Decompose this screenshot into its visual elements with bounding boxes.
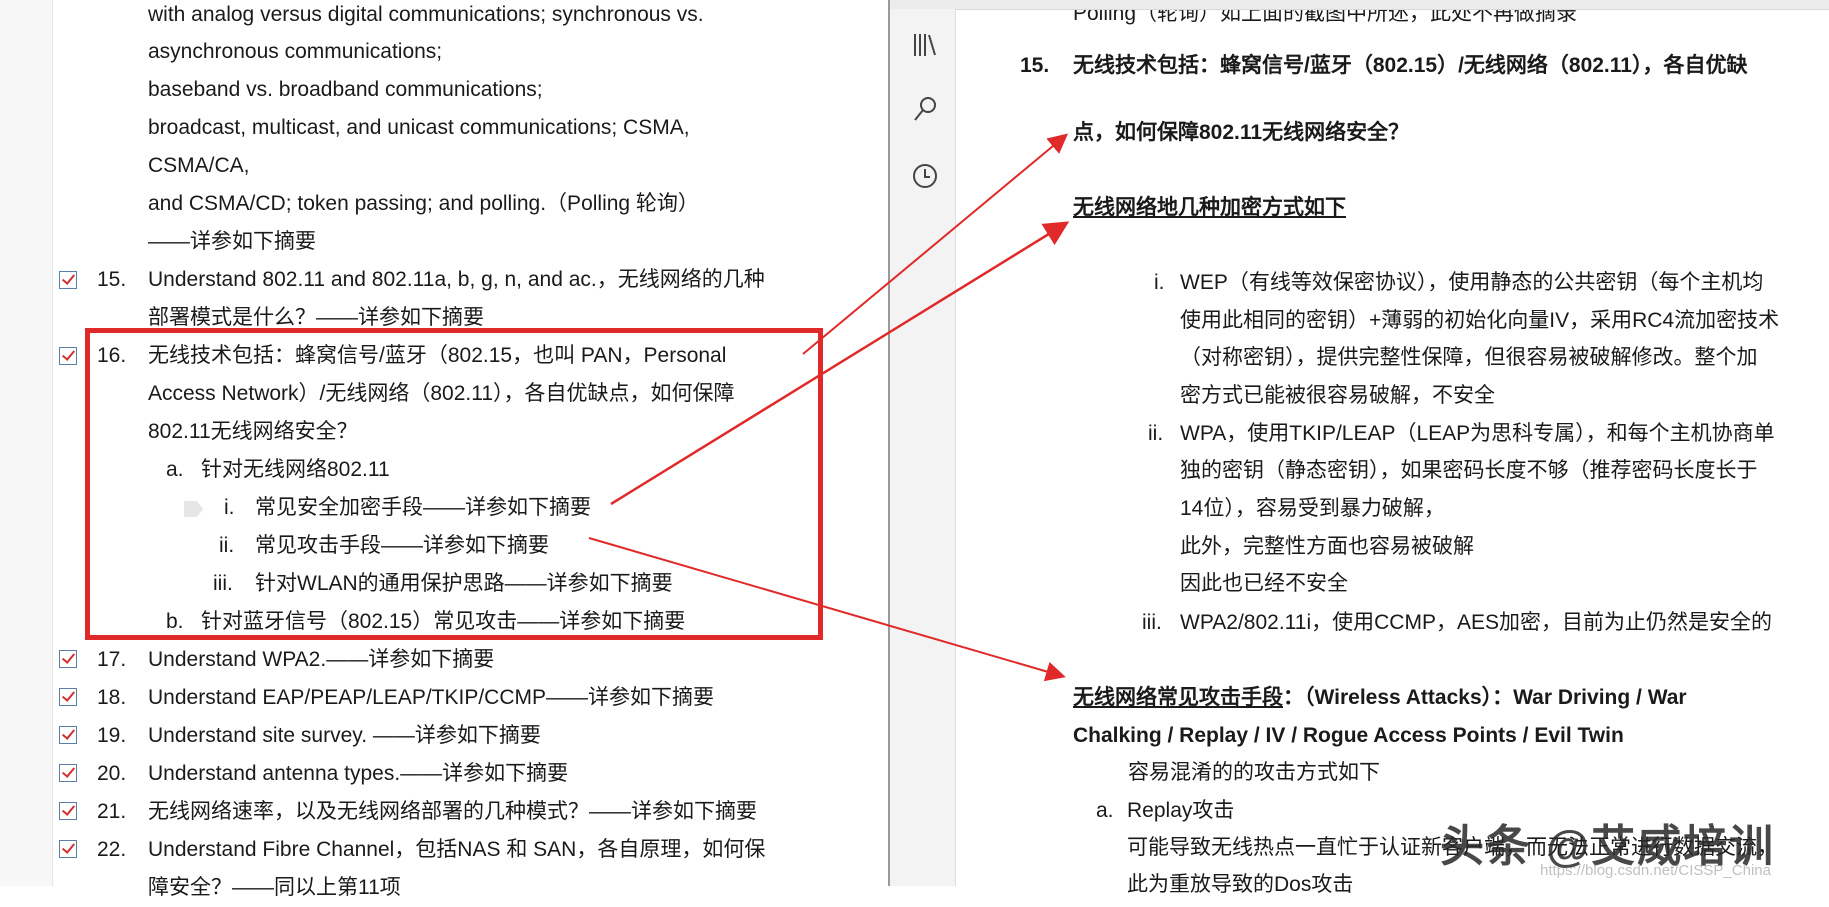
task-checkbox[interactable] [59, 271, 77, 289]
top-toolbar-strip [890, 0, 1829, 10]
text-line: 密方式已能被很容易破解，不安全 [1180, 384, 1495, 407]
text-line: CSMA/CA, [148, 154, 250, 177]
list-number: 15. [97, 268, 127, 291]
section-heading: 无线技术包括：蜂窝信号/蓝牙（802.15）/无线网络（802.11），各自优缺 [1073, 54, 1748, 77]
text-line: baseband vs. broadband communications; [148, 78, 543, 101]
annotation-highlight-box [85, 328, 823, 640]
text-line: WPA2/802.11i，使用CCMP，AES加密，目前为止仍然是安全的 [1180, 611, 1772, 634]
left-gutter [0, 0, 53, 886]
task-checkbox[interactable] [59, 764, 77, 782]
list-number: 20. [97, 762, 127, 785]
list-item-text: 障安全？——同以上第11项 [148, 876, 401, 899]
text-line: 使用此相同的密钥）+薄弱的初始化向量IV，采用RC4流加密技术 [1180, 309, 1780, 332]
task-checkbox[interactable] [59, 840, 77, 858]
list-number: 18. [97, 686, 127, 709]
text-line: 此外，完整性方面也容易被破解 [1180, 535, 1474, 558]
library-icon[interactable] [910, 30, 940, 60]
sub-marker: iii. [1142, 611, 1162, 634]
heading-number: 15. [1020, 54, 1050, 77]
list-item-text: Understand antenna types.——详参如下摘要 [148, 762, 569, 785]
encryption-heading: 无线网络地几种加密方式如下 [1073, 196, 1346, 219]
text-line: with analog versus digital communication… [148, 3, 704, 26]
sub-marker: a. [1096, 799, 1114, 822]
list-number: 21. [97, 800, 127, 823]
text-line: asynchronous communications; [148, 40, 443, 63]
list-item-text: Understand Fibre Channel，包括NAS 和 SAN，各自原… [148, 838, 766, 861]
text-line: ——详参如下摘要 [148, 230, 316, 253]
attacks-heading-title: 无线网络常见攻击手段 [1073, 686, 1283, 709]
text-line: 此为重放导致的Dos攻击 [1127, 873, 1354, 896]
task-checkbox[interactable] [59, 802, 77, 820]
list-number: 22. [97, 838, 127, 861]
task-checkbox[interactable] [59, 688, 77, 706]
text-line: WEP（有线等效保密协议），使用静态的公共密钥（每个主机均 [1180, 271, 1764, 294]
task-checkbox[interactable] [59, 726, 77, 744]
watermark-url: https://blog.csdn.net/CISSP_China [1540, 862, 1771, 879]
text-line: 独的密钥（静态密钥），如果密码长度不够（推荐密码长度长于 [1180, 459, 1758, 482]
list-number: 19. [97, 724, 127, 747]
text-line: and CSMA/CD; token passing; and polling.… [148, 192, 699, 215]
attacks-heading-list: ：（Wireless Attacks）：War Driving / War [1283, 686, 1687, 709]
history-clock-icon[interactable] [910, 161, 940, 191]
attacks-heading-line2: Chalking / Replay / IV / Rogue Access Po… [1073, 724, 1624, 747]
right-document-pane: Polling（轮询）如上面的截图中所述，此处不再做摘录 15. 无线技术包括：… [890, 0, 1829, 896]
text-line: 14位），容易受到暴力破解， [1180, 497, 1445, 520]
left-document-pane: with analog versus digital communication… [0, 0, 888, 899]
task-checkbox[interactable] [59, 650, 77, 668]
sub-marker: ii. [1148, 422, 1164, 445]
list-number: 17. [97, 648, 127, 671]
list-item-text: Understand site survey. ——详参如下摘要 [148, 724, 541, 747]
search-icon[interactable] [910, 94, 940, 124]
text-line: 容易混淆的的攻击方式如下 [1128, 761, 1380, 784]
side-rail [890, 9, 956, 886]
text-line: broadcast, multicast, and unicast commun… [148, 116, 690, 139]
task-checkbox[interactable] [59, 347, 77, 365]
text-line: 因此也已经不安全 [1180, 572, 1348, 595]
list-item-text: 无线网络速率，以及无线网络部署的几种模式？——详参如下摘要 [148, 800, 757, 823]
text-line: （对称密钥），提供完整性保障，但很容易被破解修改。整个加 [1180, 346, 1758, 369]
list-item-text: Understand WPA2.——详参如下摘要 [148, 648, 495, 671]
section-heading: 点，如何保障802.11无线网络安全？ [1073, 121, 1410, 144]
text-line: WPA，使用TKIP/LEAP（LEAP为思科专属），和每个主机协商单 [1180, 422, 1775, 445]
attacks-heading: 无线网络常见攻击手段：（Wireless Attacks）：War Drivin… [1073, 679, 1687, 717]
sub-item-text: Replay攻击 [1127, 799, 1235, 822]
list-item-text: Understand 802.11 and 802.11a, b, g, n, … [148, 268, 765, 291]
sub-marker: i. [1154, 271, 1165, 294]
list-item-text: Understand EAP/PEAP/LEAP/TKIP/CCMP——详参如下… [148, 686, 714, 709]
